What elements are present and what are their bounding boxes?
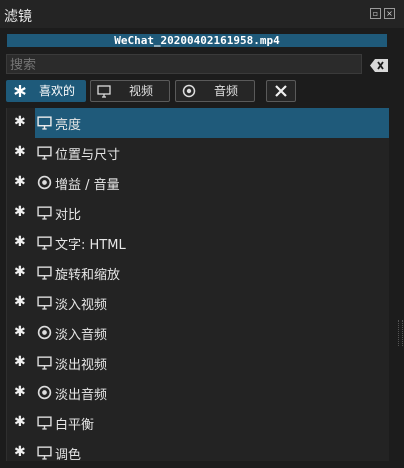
audio-disc-icon <box>37 175 52 194</box>
favorite-star-icon[interactable]: ✱ <box>14 384 26 400</box>
close-filter-button[interactable] <box>266 80 296 102</box>
close-icon[interactable]: × <box>384 8 395 19</box>
favorite-star-icon[interactable]: ✱ <box>14 204 26 220</box>
favorite-star-icon[interactable]: ✱ <box>14 174 26 190</box>
tab-video[interactable]: 视频 <box>90 80 170 102</box>
favorite-star-icon[interactable]: ✱ <box>14 144 26 160</box>
panel-title: 滤镜 <box>4 9 32 25</box>
panel-titlebar: 滤镜 ▫ × <box>0 0 404 28</box>
list-item-label: 调色 <box>55 448 82 463</box>
favorite-star-icon[interactable]: ✱ <box>14 354 26 370</box>
list-item[interactable]: ✱ 淡出音频 <box>7 378 389 408</box>
clip-name-bar: WeChat_20200402161958.mp4 <box>7 34 387 47</box>
list-item[interactable]: ✱ 白平衡 <box>7 408 389 438</box>
list-item-label: 文字: HTML <box>55 238 126 253</box>
list-item-label: 旋转和缩放 <box>55 268 121 283</box>
monitor-icon <box>37 265 52 284</box>
tab-favorites-label: 喜欢的 <box>39 84 76 98</box>
monitor-icon <box>37 355 52 374</box>
favorite-star-icon[interactable]: ✱ <box>14 324 26 340</box>
monitor-icon <box>37 295 52 314</box>
list-item-label: 淡出视频 <box>55 358 108 373</box>
tab-audio-label: 音频 <box>214 84 239 98</box>
monitor-icon <box>97 84 111 104</box>
search-input[interactable] <box>6 54 362 74</box>
list-item-label: 淡入视频 <box>55 298 108 313</box>
list-item-label: 位置与尺寸 <box>55 148 121 163</box>
float-icon[interactable]: ▫ <box>370 8 381 19</box>
clear-search-icon <box>370 59 388 72</box>
audio-disc-icon <box>37 385 52 404</box>
clear-search-button[interactable] <box>370 57 388 72</box>
list-item[interactable]: ✱ 淡入视频 <box>7 288 389 318</box>
list-item[interactable]: ✱ 淡出视频 <box>7 348 389 378</box>
favorite-star-icon[interactable]: ✱ <box>14 114 26 130</box>
panel-resize-grip[interactable] <box>398 320 403 346</box>
favorite-star-icon[interactable]: ✱ <box>14 234 26 250</box>
favorite-star-icon[interactable]: ✱ <box>14 294 26 310</box>
list-item[interactable]: ✱ 增益 / 音量 <box>7 168 389 198</box>
list-item[interactable]: ✱ 调色 <box>7 438 389 468</box>
audio-disc-icon <box>182 84 196 104</box>
list-item-label: 对比 <box>55 208 82 223</box>
list-item-label: 亮度 <box>55 118 82 133</box>
selection-highlight <box>35 108 389 138</box>
list-item[interactable]: ✱ 淡入音频 <box>7 318 389 348</box>
monitor-icon <box>37 115 52 134</box>
favorite-star-icon[interactable]: ✱ <box>14 444 26 460</box>
monitor-icon <box>37 415 52 434</box>
list-item[interactable]: ✱ 亮度 <box>7 108 389 138</box>
monitor-icon <box>37 445 52 464</box>
list-item[interactable]: ✱ 旋转和缩放 <box>7 258 389 288</box>
monitor-icon <box>37 205 52 224</box>
list-item-label: 增益 / 音量 <box>55 178 120 193</box>
star-icon <box>13 84 27 104</box>
monitor-icon <box>37 235 52 254</box>
list-item[interactable]: ✱ 对比 <box>7 198 389 228</box>
list-item[interactable]: ✱ 文字: HTML <box>7 228 389 258</box>
list-item-label: 淡出音频 <box>55 388 108 403</box>
tab-video-label: 视频 <box>129 84 154 98</box>
list-item[interactable]: ✱ 位置与尺寸 <box>7 138 389 168</box>
favorite-star-icon[interactable]: ✱ <box>14 414 26 430</box>
tab-favorites[interactable]: 喜欢的 <box>6 80 86 102</box>
filter-list: ✱ 亮度 ✱ 位置与尺寸 ✱ 增益 / 音量 ✱ 对比 ✱ 文字: HTML ✱… <box>6 108 389 463</box>
list-item-label: 白平衡 <box>55 418 95 433</box>
tab-audio[interactable]: 音频 <box>175 80 255 102</box>
favorite-star-icon[interactable]: ✱ <box>14 264 26 280</box>
audio-disc-icon <box>37 325 52 344</box>
list-item-label: 淡入音频 <box>55 328 108 343</box>
close-x-icon <box>274 84 288 104</box>
monitor-icon <box>37 145 52 164</box>
